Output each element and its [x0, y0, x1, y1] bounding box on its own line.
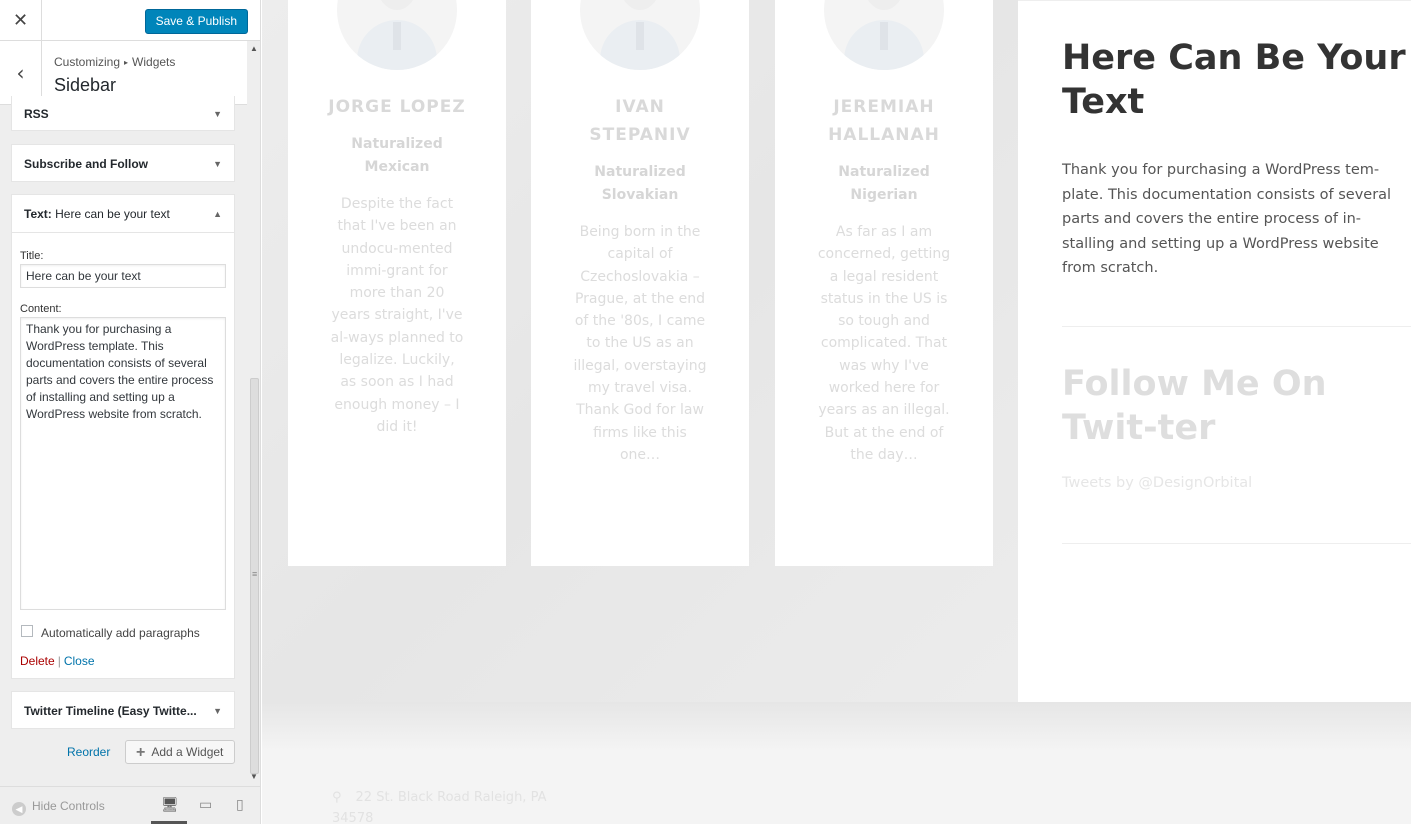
divider [1062, 543, 1411, 544]
desktop-preview-icon[interactable]: 🖥 [161, 797, 179, 813]
add-widget-button[interactable]: + Add a Widget [125, 740, 235, 764]
widget-twitter-timeline[interactable]: Twitter Timeline (Easy Twitte... ▼ [11, 691, 235, 729]
twitter-widget-title: Follow Me On Twit-ter [1062, 364, 1327, 448]
team-card: JEREMIAH HALLANAH Naturalized Nigerian A… [775, 0, 993, 566]
footer-address: ⚲ 22 St. Black Road Raleigh, PA 34578 [332, 787, 562, 824]
breadcrumb-widgets: Widgets [132, 55, 176, 69]
text-widget-body: Thank you for purchasing a WordPress tem… [1062, 162, 1392, 276]
expand-arrow-icon[interactable]: ▼ [213, 159, 222, 169]
site-footer: ⚲ 22 St. Black Road Raleigh, PA 34578 [262, 702, 1411, 824]
text-widget-title: Here Can Be Your Text [1062, 38, 1406, 122]
team-member-bio: Despite the fact that I've been an undoc… [330, 196, 464, 435]
avatar [580, 0, 700, 70]
location-pin-icon: ⚲ [332, 790, 342, 805]
tweets-by-link[interactable]: Tweets by @DesignOrbital [1062, 475, 1252, 491]
customizer-header: ✕ Save & Publish [0, 0, 260, 41]
hide-controls-label: Hide Controls [32, 799, 105, 813]
team-card: JORGE LOPEZ Naturalized Mexican Despite … [288, 0, 506, 566]
title-label: Title: [20, 250, 44, 262]
expand-arrow-icon[interactable]: ▼ [213, 706, 222, 716]
site-sidebar: Here Can Be Your Text Thank you for purc… [1018, 0, 1411, 702]
team-member-role: Naturalized Nigerian [838, 164, 930, 203]
reorder-link[interactable]: Reorder [67, 745, 110, 759]
team-member-role: Naturalized Slovakian [594, 164, 686, 203]
divider [1062, 326, 1411, 327]
collapse-circle-icon: ◀ [12, 802, 26, 816]
autop-label: Automatically add paragraphs [41, 626, 200, 640]
breadcrumb-customizing: Customizing [54, 55, 121, 69]
team-member-bio: As far as I am concerned, getting a lega… [817, 224, 951, 463]
widget-rss-title: RSS [24, 106, 49, 121]
avatar [337, 0, 457, 70]
content-label: Content: [20, 303, 62, 315]
content-textarea[interactable]: Thank you for purchasing a WordPress tem… [20, 317, 226, 610]
title-input[interactable] [20, 264, 226, 288]
customizer-panel: ✕ Save & Publish ‹ Customizing ▸ Widgets S… [0, 0, 261, 824]
widget-text-header[interactable]: Text: Here can be your text ▲ [12, 195, 234, 233]
team-member-name: JEREMIAH HALLANAH [828, 97, 940, 145]
customizer-footer: ◀ Hide Controls 🖥 ▭ ▯ [0, 786, 260, 824]
widget-text-type: Text: [24, 206, 52, 221]
expand-arrow-icon[interactable]: ▼ [213, 109, 222, 119]
widget-rss[interactable]: RSS ▼ [11, 96, 235, 131]
widget-subscribe-follow[interactable]: Subscribe and Follow ▼ [11, 144, 235, 182]
save-publish-button[interactable]: Save & Publish [144, 9, 248, 34]
team-card: IVAN STEPANIV Naturalized Slovakian Bein… [531, 0, 749, 566]
widget-subscribe-title: Subscribe and Follow [24, 157, 149, 171]
delete-link[interactable]: Delete [20, 654, 55, 668]
team-member-name: JORGE LOPEZ [328, 97, 466, 117]
team-member-role: Naturalized Mexican [351, 136, 443, 175]
widget-text: Text: Here can be your text ▲ Title: Con… [11, 194, 235, 679]
add-widget-label: Add a Widget [151, 745, 224, 759]
panel-scrollbar[interactable]: ▲ ≡ ▼ [248, 41, 260, 786]
scroll-down-icon[interactable]: ▼ [250, 772, 258, 781]
site-preview: JORGE LOPEZ Naturalized Mexican Despite … [262, 0, 1411, 824]
team-member-bio: Being born in the capital of Czechoslova… [573, 224, 707, 463]
team-member-name: IVAN STEPANIV [589, 97, 691, 145]
hide-controls-button[interactable]: ◀ Hide Controls [12, 799, 105, 816]
tablet-preview-icon[interactable]: ▭ [199, 797, 212, 813]
breadcrumb-separator-icon: ▸ [124, 58, 129, 67]
scroll-thumb[interactable]: ≡ [250, 378, 259, 774]
close-icon[interactable]: ✕ [0, 0, 42, 41]
plus-icon: + [136, 744, 146, 761]
avatar [824, 0, 944, 70]
actions-separator: | [57, 654, 61, 668]
section-title: Sidebar [54, 75, 117, 95]
close-link[interactable]: Close [64, 654, 95, 668]
widget-actions: Delete | Close [20, 654, 95, 668]
mobile-preview-icon[interactable]: ▯ [236, 797, 244, 813]
collapse-arrow-icon[interactable]: ▲ [213, 209, 222, 219]
autop-checkbox[interactable] [21, 625, 33, 637]
widget-text-name: Here can be your text [55, 206, 170, 221]
widget-twitter-title: Twitter Timeline (Easy Twitte... [24, 704, 197, 718]
breadcrumb: Customizing ▸ Widgets [54, 55, 175, 69]
grip-icon: ≡ [252, 569, 258, 579]
footer-address-text: 22 St. Black Road Raleigh, PA 34578 [332, 790, 547, 824]
scroll-up-icon[interactable]: ▲ [250, 44, 258, 53]
